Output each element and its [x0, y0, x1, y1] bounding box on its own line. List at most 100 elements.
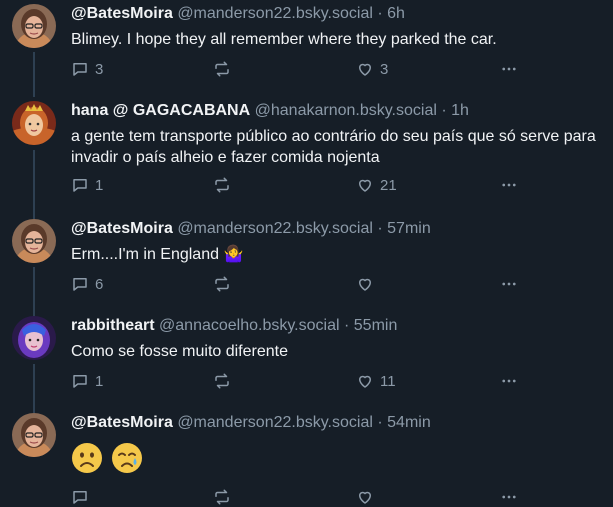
post-actions — [71, 488, 531, 507]
separator: · — [377, 5, 383, 22]
repost-icon — [215, 489, 229, 505]
repost-icon — [215, 61, 229, 77]
post-actions: 3 3 — [71, 60, 531, 80]
separator: · — [343, 317, 350, 334]
reply-button[interactable] — [71, 488, 95, 506]
like-button[interactable]: 11 — [356, 372, 396, 390]
post-time[interactable]: 1h — [451, 102, 469, 119]
author-handle[interactable]: @manderson22.bsky.social — [177, 220, 373, 237]
separator: · — [377, 220, 383, 237]
avatar[interactable] — [12, 101, 56, 145]
heart-icon — [359, 179, 371, 192]
reply-button[interactable]: 3 — [71, 60, 103, 78]
woman-with-glasses-avatar-icon — [12, 413, 56, 457]
crying-face-emoji-icon — [112, 443, 142, 473]
avatar[interactable] — [12, 413, 56, 457]
post[interactable]: @BatesMoira @manderson22.bsky.social · 6… — [0, 4, 613, 84]
more-options-icon — [502, 379, 516, 383]
reply-count: 1 — [95, 176, 104, 194]
more-options-button[interactable] — [499, 372, 519, 390]
repost-icon — [215, 177, 229, 193]
avatar[interactable] — [12, 316, 56, 360]
reply-icon — [73, 179, 87, 192]
more-options-icon — [502, 67, 516, 71]
woman-with-glasses-avatar-icon — [12, 4, 56, 48]
post-time[interactable]: 54min — [387, 414, 431, 431]
post-header: @BatesMoira @manderson22.bsky.social · 6… — [71, 4, 601, 24]
author-name[interactable]: @BatesMoira — [71, 220, 173, 237]
post[interactable]: hana @ GAGACABANA @hanakarnon.bsky.socia… — [0, 101, 613, 201]
post-actions: 1 21 — [71, 176, 531, 196]
separator: · — [441, 102, 447, 119]
post[interactable]: @BatesMoira @manderson22.bsky.social · 5… — [0, 413, 613, 507]
post-text: a gente tem transporte público ao contrá… — [71, 128, 596, 166]
author-name[interactable]: @BatesMoira — [71, 5, 173, 22]
repost-button[interactable] — [213, 372, 237, 390]
repost-button[interactable] — [213, 176, 237, 194]
post-text: Blimey. I hope they all remember where t… — [71, 31, 497, 48]
post-header: hana @ GAGACABANA @hanakarnon.bsky.socia… — [71, 101, 601, 121]
post[interactable]: rabbitheart @annacoelho.bsky.social · 55… — [0, 316, 613, 396]
author-handle[interactable]: @hanakarnon.bsky.social — [255, 102, 437, 119]
like-count: 3 — [380, 60, 389, 78]
author-handle[interactable]: @manderson22.bsky.social — [177, 414, 373, 431]
avatar[interactable] — [12, 219, 56, 263]
reply-thread: @BatesMoira @manderson22.bsky.social · 6… — [0, 0, 613, 507]
reply-button[interactable]: 1 — [71, 176, 103, 194]
repost-icon — [215, 373, 229, 389]
reply-icon — [73, 63, 87, 76]
repost-button[interactable] — [213, 488, 237, 506]
post-time[interactable]: 57min — [387, 220, 431, 237]
purple-hair-avatar-icon — [12, 316, 56, 360]
reply-icon — [73, 278, 87, 291]
heart-icon — [359, 278, 371, 291]
separator: · — [377, 414, 383, 431]
post-emoji-row — [71, 442, 601, 474]
reply-count: 1 — [95, 372, 104, 390]
heart-icon — [359, 63, 371, 76]
post[interactable]: @BatesMoira @manderson22.bsky.social · 5… — [0, 219, 613, 299]
more-options-button[interactable] — [499, 176, 519, 194]
reply-icon — [73, 375, 87, 388]
repost-button[interactable] — [213, 275, 237, 293]
heart-icon — [359, 375, 371, 388]
like-count: 11 — [380, 372, 396, 390]
post-time[interactable]: 55min — [354, 317, 398, 334]
illustrated-crowned-avatar-icon — [12, 101, 56, 145]
post-text: Erm....I'm in England 🤷‍♀️ — [71, 246, 244, 263]
post-header: rabbitheart @annacoelho.bsky.social · 55… — [71, 316, 601, 336]
like-button[interactable] — [356, 488, 380, 506]
post-header: @BatesMoira @manderson22.bsky.social · 5… — [71, 413, 601, 433]
slightly-frowning-face-emoji-icon — [72, 443, 102, 473]
post-text: Como se fosse muito diferente — [71, 343, 288, 360]
like-button[interactable] — [356, 275, 380, 293]
post-time[interactable]: 6h — [387, 5, 405, 22]
repost-button[interactable] — [213, 60, 237, 78]
post-header: @BatesMoira @manderson22.bsky.social · 5… — [71, 219, 601, 239]
avatar[interactable] — [12, 4, 56, 48]
like-button[interactable]: 3 — [356, 60, 388, 78]
author-name[interactable]: @BatesMoira — [71, 414, 173, 431]
more-options-button[interactable] — [499, 488, 519, 506]
author-handle[interactable]: @manderson22.bsky.social — [177, 5, 373, 22]
like-count: 21 — [380, 176, 397, 194]
more-options-button[interactable] — [499, 60, 519, 78]
more-options-icon — [502, 282, 516, 286]
post-actions: 1 11 — [71, 372, 531, 392]
more-options-icon — [502, 495, 516, 499]
like-button[interactable]: 21 — [356, 176, 397, 194]
reply-button[interactable]: 6 — [71, 275, 103, 293]
reply-icon — [73, 491, 87, 504]
woman-with-glasses-avatar-icon — [12, 219, 56, 263]
author-name[interactable]: hana @ GAGACABANA — [71, 102, 250, 119]
author-handle[interactable]: @annacoelho.bsky.social — [159, 317, 340, 334]
heart-icon — [359, 491, 371, 504]
author-name[interactable]: rabbitheart — [71, 317, 155, 334]
more-options-icon — [502, 183, 516, 187]
repost-icon — [215, 276, 229, 292]
post-actions: 6 — [71, 275, 531, 295]
reply-count: 3 — [95, 60, 104, 78]
reply-count: 6 — [95, 275, 104, 293]
reply-button[interactable]: 1 — [71, 372, 103, 390]
more-options-button[interactable] — [499, 275, 519, 293]
